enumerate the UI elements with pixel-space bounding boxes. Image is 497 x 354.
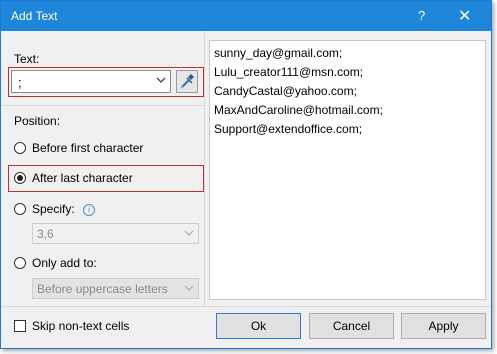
preview-line: MaxAndCaroline@hotmail.com; [214, 103, 383, 117]
radio-label: Specify: [32, 202, 75, 216]
ok-button[interactable]: Ok [216, 313, 301, 339]
text-input-value: ; [18, 75, 22, 90]
preview-line: Support@extendoffice.com; [214, 122, 363, 136]
preview-line: CandyCastal@yahoo.com; [214, 84, 357, 98]
vertical-divider [204, 31, 205, 306]
chevron-down-icon[interactable] [156, 73, 166, 90]
cancel-button[interactable]: Cancel [309, 313, 394, 339]
footer-divider [1, 306, 491, 307]
chevron-down-icon[interactable] [184, 281, 194, 298]
title-bar: Add Text ? ✕ [1, 1, 491, 31]
position-label: Position: [14, 114, 61, 128]
radio-label: Before first character [32, 141, 144, 155]
specify-positions-value: 3,6 [37, 227, 54, 241]
range-picker-button[interactable] [176, 70, 198, 93]
close-button[interactable]: ✕ [458, 6, 471, 26]
only-add-to-select[interactable]: Before uppercase letters [32, 278, 199, 299]
dialog-title: Add Text [11, 9, 58, 23]
skip-non-text-checkbox[interactable] [14, 320, 26, 332]
specify-positions-input[interactable]: 3,6 [32, 223, 199, 244]
radio-button[interactable] [14, 257, 26, 269]
info-icon[interactable]: i [83, 204, 95, 216]
apply-button[interactable]: Apply [401, 313, 486, 339]
eyedropper-icon [177, 74, 197, 95]
radio-label: After last character [32, 171, 133, 185]
chevron-down-icon[interactable] [184, 226, 194, 243]
text-label: Text: [14, 52, 40, 66]
radio-button-selected[interactable] [14, 172, 26, 184]
text-input-combo[interactable]: ; [11, 70, 171, 93]
radio-button[interactable] [14, 203, 26, 215]
add-text-dialog: Add Text ? ✕ Text: ; Position: Before fi… [0, 0, 492, 349]
only-add-to-value: Before uppercase letters [37, 282, 168, 296]
checkbox-label: Skip non-text cells [32, 319, 130, 333]
preview-line: Lulu_creator111@msn.com; [214, 65, 364, 79]
radio-button[interactable] [14, 142, 26, 154]
preview-line: sunny_day@gmail.com; [214, 46, 343, 60]
preview-pane: sunny_day@gmail.com; Lulu_creator111@msn… [209, 40, 486, 300]
help-button[interactable]: ? [418, 8, 425, 23]
radio-label: Only add to: [32, 256, 97, 270]
section-divider [1, 105, 204, 106]
